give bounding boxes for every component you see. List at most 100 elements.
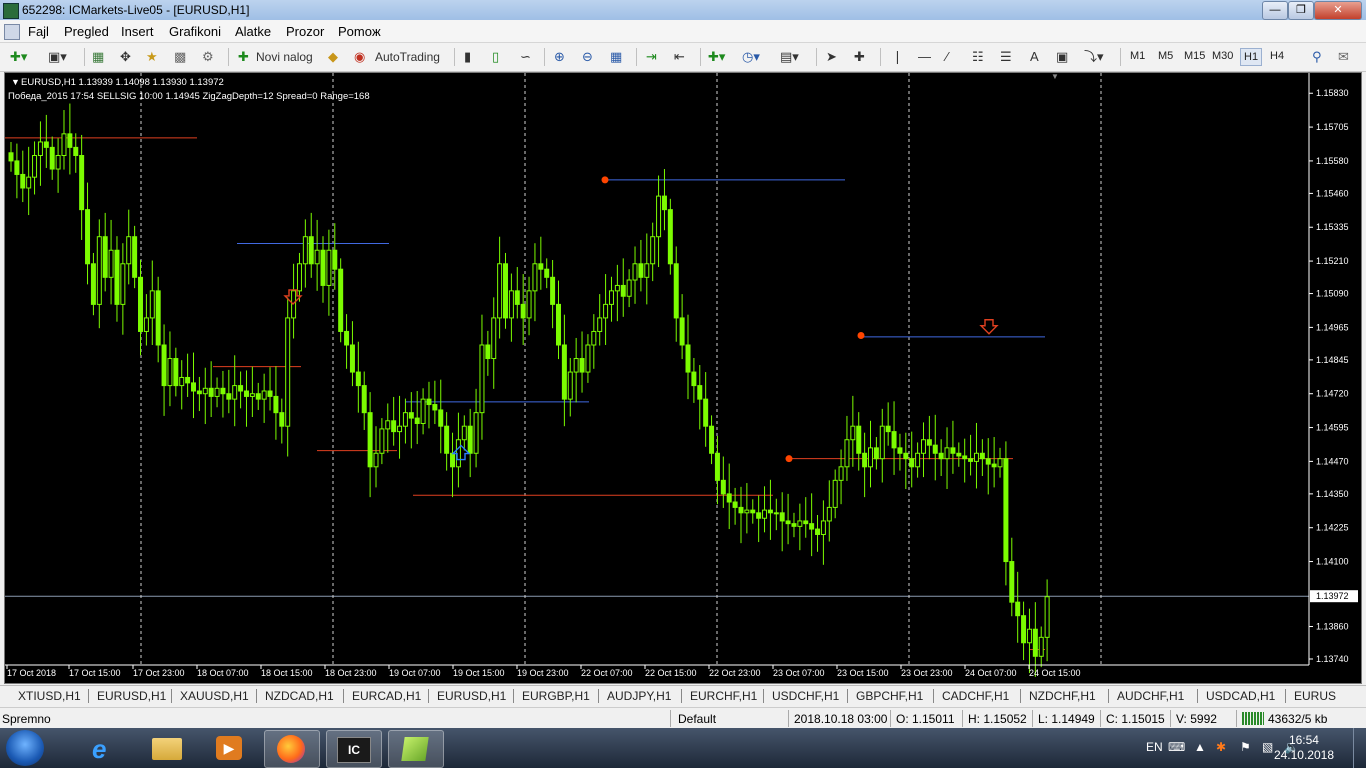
line-chart-icon[interactable]: ∽ [520,48,531,66]
timeframe-m5[interactable]: M5 [1158,50,1173,62]
metaeditor-icon[interactable]: ◆ [328,48,338,66]
media-player-icon[interactable]: ▶ [202,730,256,766]
chart-tab[interactable]: XAUUSD,H1 [180,689,249,703]
timeframe-m30[interactable]: M30 [1212,50,1233,62]
menu-insert[interactable]: Insert [121,24,154,39]
taskbar-clock[interactable]: 16:54 24.10.2018 [1274,733,1334,763]
candle [809,493,815,557]
arrows-icon[interactable]: ⤵▾ [1084,48,1104,66]
chart-tab[interactable]: EURGBP,H1 [522,689,590,703]
candle [344,314,350,369]
new-order-button[interactable]: Novi nalog [256,48,313,66]
notes-app-icon[interactable] [388,730,444,768]
equidistant-channel-icon[interactable]: ☷ [972,48,984,66]
favorites-icon[interactable]: ★ [146,48,158,66]
chat-icon[interactable]: ✉ [1338,48,1349,66]
bear-candle-body [79,155,85,211]
file-explorer-icon[interactable] [140,730,194,766]
menu-alatke[interactable]: Alatke [235,24,271,39]
metatrader-taskbar-icon[interactable]: IC [326,730,382,768]
show-desktop-button[interactable] [1353,728,1366,768]
chart-tab[interactable]: AUDCHF,H1 [1117,689,1184,703]
close-button[interactable]: ✕ [1314,1,1362,20]
internet-explorer-icon[interactable]: e [78,730,132,766]
chart-shift-icon[interactable]: ⇤ [674,48,685,66]
zoom-in-icon[interactable]: ⊕ [554,48,565,66]
profiles-icon[interactable]: ▣▾ [48,48,67,66]
menu-grafikoni[interactable]: Grafikoni [169,24,221,39]
chart-tab[interactable]: EURUS [1294,689,1336,703]
chart-tab[interactable]: XTIUSD,H1 [18,689,81,703]
keyboard-icon[interactable]: ⌨ [1168,740,1185,754]
bear-candle-body [873,447,879,460]
menu-fajl[interactable]: Fajl [28,24,49,39]
bar-chart-icon[interactable]: ▮ [464,48,471,66]
timeframe-m1[interactable]: M1 [1130,50,1145,62]
chart-tab[interactable]: USDCAD,H1 [1206,689,1275,703]
vertical-line-icon[interactable]: ❘ [892,48,903,66]
templates-icon[interactable]: ▤▾ [780,48,799,66]
restore-button[interactable]: ❐ [1288,1,1314,20]
autotrading-icon[interactable]: ◉ [354,48,365,66]
candle [1032,602,1038,677]
horizontal-line-icon[interactable]: — [918,48,931,66]
search-icon[interactable]: ⚲ [1312,48,1322,66]
time-tick-label: 18 Oct 07:00 [197,668,249,678]
menu-pregled[interactable]: Pregled [64,24,109,39]
menu-pomoc[interactable]: Pomoж [338,24,381,39]
chart-tab[interactable]: EURUSD,H1 [437,689,506,703]
status-separator [1100,710,1101,727]
chart-area[interactable]: ▼ 1.15830 1.15705 1.15580 1.15460 1.15335 1.1… [4,72,1362,684]
action-center-flag-icon[interactable]: ⚑ [1240,740,1251,754]
tile-windows-icon[interactable]: ▦ [610,48,622,66]
bull-candle-body [608,290,614,305]
chart-tab[interactable]: EURUSD,H1 [97,689,166,703]
auto-scroll-icon[interactable]: ⇥ [646,48,657,66]
timeframe-h1[interactable]: H1 [1240,48,1263,66]
candle [673,246,679,342]
fibonacci-icon[interactable]: ☰ [1000,48,1012,66]
language-indicator[interactable]: EN [1146,740,1163,754]
indicators-icon[interactable]: ✚▾ [708,48,725,66]
timeframe-h4[interactable]: H4 [1270,50,1284,62]
candle [997,447,1003,478]
show-hidden-icons-icon[interactable]: ▲ [1194,740,1206,754]
new-order-icon[interactable]: ✚ [238,48,249,66]
chart-tab[interactable]: GBPCHF,H1 [856,689,923,703]
terminal-icon[interactable]: ▩ [174,48,186,66]
zoom-out-icon[interactable]: ⊖ [582,48,593,66]
chart-tab[interactable]: AUDJPY,H1 [607,689,671,703]
chart-tab[interactable]: EURCAD,H1 [352,689,421,703]
text-label-icon[interactable]: ▣ [1056,48,1068,66]
candlestick-chart-icon[interactable]: ▯ [492,48,499,66]
trend-line-icon[interactable]: ∕ [946,48,948,66]
chart-tab[interactable]: NZDCAD,H1 [265,689,334,703]
autotrading-button[interactable]: AutoTrading [375,48,440,66]
crosshair-icon[interactable]: ✚ [854,48,865,66]
strategy-tester-icon[interactable]: ⚙ [202,48,214,66]
chart-tab[interactable]: EURCHF,H1 [690,689,757,703]
cursor-icon[interactable]: ➤ [826,48,837,66]
bull-candle-body [573,358,579,373]
antivirus-icon[interactable]: ✱ [1216,740,1226,754]
periods-icon[interactable]: ◷▾ [742,48,760,66]
windows-start-icon[interactable] [6,730,44,766]
candle [473,388,479,468]
timeframe-m15[interactable]: M15 [1184,50,1205,62]
navigator-icon[interactable]: ✥ [120,48,131,66]
chart-tab[interactable]: NZDCHF,H1 [1029,689,1096,703]
chart-tab[interactable]: CADCHF,H1 [942,689,1009,703]
market-watch-icon[interactable]: ▦ [92,48,104,66]
text-icon[interactable]: A [1030,48,1039,66]
bear-candle-body [344,330,350,346]
price-chart[interactable]: ▼ 1.158301.157051.155801.154601.153351.1… [5,73,1361,683]
menu-prozor[interactable]: Prozor [286,24,324,39]
chart-tab[interactable]: USDCHF,H1 [772,689,839,703]
status-profile[interactable]: Default [678,712,716,726]
chart-window-icon[interactable] [4,24,20,40]
minimize-button[interactable]: — [1262,1,1288,20]
new-chart-icon[interactable]: ✚▾ [10,48,27,66]
firefox-icon[interactable] [264,730,320,768]
candle [985,438,991,495]
network-icon[interactable]: ▧ [1262,740,1273,754]
